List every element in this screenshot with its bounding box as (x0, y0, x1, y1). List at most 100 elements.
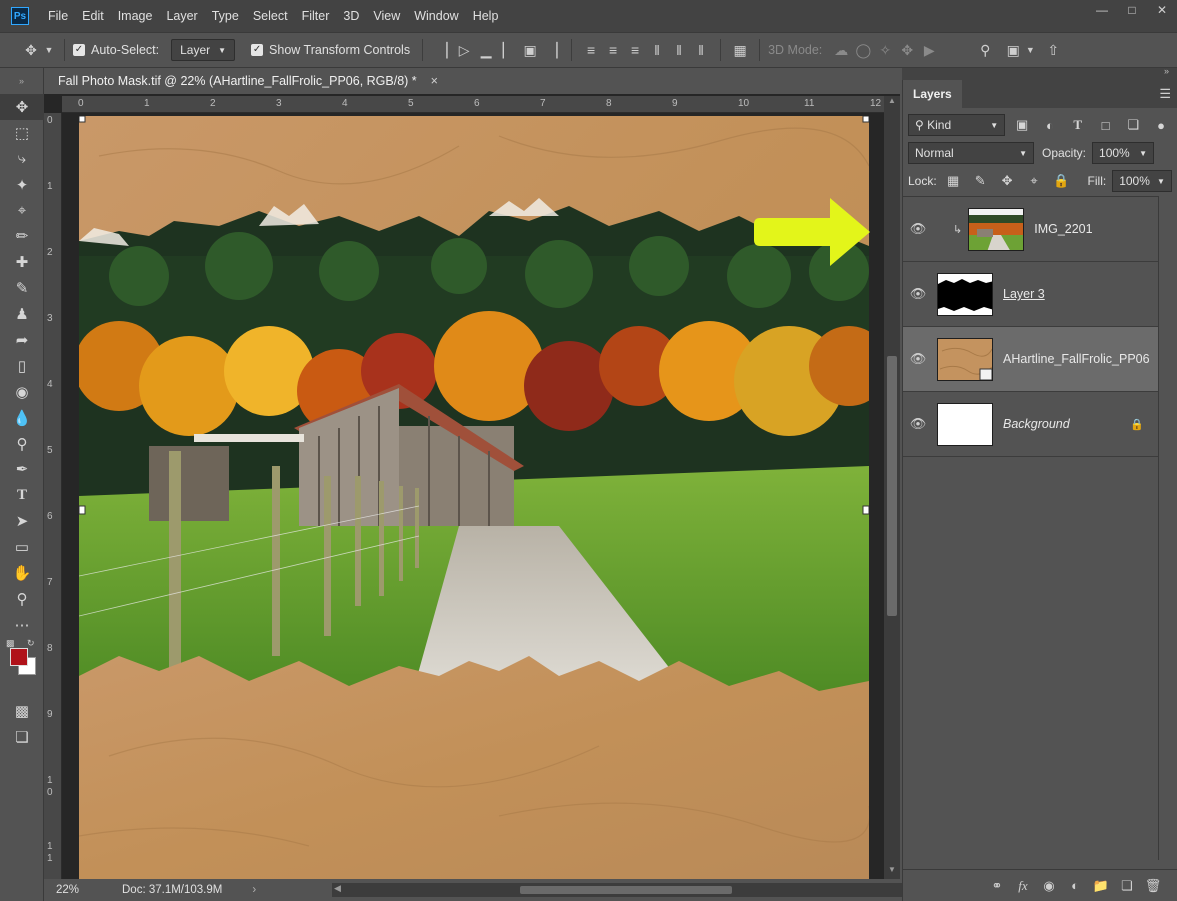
lock-position-icon[interactable]: ✥ (997, 173, 1018, 189)
horizontal-scroll-thumb[interactable] (520, 886, 732, 894)
hand-tool-icon[interactable]: ✋ (0, 560, 44, 586)
scroll-down-icon[interactable]: ▼ (884, 865, 900, 879)
share-icon[interactable]: ⇧ (1042, 42, 1064, 59)
zoom-level[interactable]: 22% (56, 884, 106, 896)
foreground-color-swatch[interactable] (10, 647, 28, 666)
layer-name[interactable]: Background (1003, 417, 1070, 431)
zoom-tool-icon[interactable]: ⚲ (0, 586, 44, 612)
menu-edit[interactable]: Edit (75, 0, 111, 32)
auto-select-dropdown[interactable]: Layer ▼ (171, 39, 236, 61)
menu-3d[interactable]: 3D (336, 0, 366, 32)
auto-select-checkbox[interactable]: ✓ Auto-Select: (73, 43, 159, 57)
align-vertical-center-icon[interactable]: ▷ (453, 42, 475, 59)
blur-tool-icon[interactable]: 💧 (0, 405, 44, 431)
align-horizontal-center-icon[interactable]: ▣ (519, 42, 541, 59)
adjustment-layer-icon[interactable]: ◐ (1064, 878, 1086, 893)
quick-selection-tool-icon[interactable]: ✦ (0, 172, 44, 198)
lasso-tool-icon[interactable]: ⤷ (0, 146, 44, 172)
panel-menu-icon[interactable]: ☰ (1159, 86, 1171, 102)
filter-smart-object-icon[interactable]: ❏ (1122, 117, 1144, 133)
horizontal-scrollbar[interactable]: ◀ ▶ (332, 883, 912, 897)
collapse-toolbar-icon[interactable]: » (0, 68, 43, 94)
status-chevron-icon[interactable]: › (252, 884, 256, 896)
menu-layer[interactable]: Layer (159, 0, 204, 32)
eye-icon[interactable]: 👁 (903, 351, 933, 367)
new-layer-icon[interactable]: ❏ (1116, 878, 1138, 894)
chevron-down-icon[interactable]: ▼ (42, 45, 56, 55)
lock-all-icon[interactable]: 🔒 (1051, 173, 1072, 189)
add-mask-icon[interactable]: ◉ (1038, 878, 1060, 894)
align-left-icon[interactable]: ▏ (497, 42, 519, 59)
history-brush-tool-icon[interactable]: ➦ (0, 327, 44, 353)
filter-pixel-icon[interactable]: ▣ (1011, 117, 1033, 133)
layer-row[interactable]: 👁 Background 🔒 (903, 392, 1158, 457)
eye-icon[interactable]: 👁 (903, 221, 933, 237)
vertical-scrollbar[interactable]: ▲ ▼ (884, 96, 900, 879)
scroll-left-icon[interactable]: ◀ (334, 883, 341, 894)
distribute-center-icon[interactable]: ≡ (602, 42, 624, 58)
move-tool-icon[interactable]: ✥ (0, 94, 44, 120)
brush-tool-icon[interactable]: ✎ (0, 275, 44, 301)
align-right-icon[interactable]: ▕ (541, 42, 563, 59)
eye-icon[interactable]: 👁 (903, 416, 933, 432)
blend-mode-dropdown[interactable]: Normal ▼ (908, 142, 1034, 164)
filter-adjustment-icon[interactable]: ◐ (1039, 118, 1061, 133)
marquee-tool-icon[interactable]: ⬚ (0, 120, 44, 146)
rectangle-tool-icon[interactable]: ▭ (0, 534, 44, 560)
layer-name[interactable]: AHartline_FallFrolic_PP06 (1003, 352, 1150, 366)
chevron-down-icon[interactable]: ▼ (1024, 45, 1036, 55)
distribute-top-icon[interactable]: ≡ (580, 42, 602, 58)
trash-icon[interactable]: 🗑 (1142, 878, 1164, 894)
close-icon[interactable]: ✕ (1147, 0, 1177, 20)
vertical-scroll-thumb[interactable] (887, 356, 897, 616)
eye-icon[interactable]: 👁 (903, 286, 933, 302)
more-tools-icon[interactable]: ⋯ (0, 612, 44, 638)
layer-row[interactable]: 👁 ↳ IMG_2201 (903, 197, 1158, 262)
eyedropper-tool-icon[interactable]: ✏ (0, 223, 44, 249)
group-folder-icon[interactable]: 📁 (1090, 878, 1112, 894)
search-icon[interactable]: ⚲ (974, 42, 996, 59)
3d-slide-icon[interactable]: ✥ (896, 42, 918, 59)
layers-scrollbar[interactable] (1158, 196, 1177, 860)
tab-layers[interactable]: Layers (903, 80, 962, 108)
menu-window[interactable]: Window (407, 0, 465, 32)
fill-field[interactable]: 100% ▼ (1112, 170, 1172, 192)
document-tab[interactable]: Fall Photo Mask.tif @ 22% (AHartline_Fal… (46, 68, 474, 94)
lock-transparent-icon[interactable]: ▦ (943, 173, 964, 189)
menu-file[interactable]: File (41, 0, 75, 32)
filter-type-icon[interactable]: T (1067, 117, 1089, 133)
3d-orbit-icon[interactable]: ☁ (830, 42, 852, 59)
menu-help[interactable]: Help (466, 0, 506, 32)
align-top-icon[interactable]: ▕ (431, 42, 453, 59)
3d-camera-icon[interactable]: ▶ (918, 42, 940, 59)
type-tool-icon[interactable]: T (0, 482, 44, 508)
filter-shape-icon[interactable]: □ (1095, 118, 1117, 133)
fx-icon[interactable]: fx (1012, 878, 1034, 894)
screen-mode-icon[interactable]: ❏ (0, 724, 44, 750)
layer-row[interactable]: 👁 AHartline_FallFrolic_PP06 (903, 327, 1158, 392)
menu-type[interactable]: Type (205, 0, 246, 32)
align-bottom-icon[interactable]: ▁ (475, 42, 497, 59)
layer-name[interactable]: Layer 3 (1003, 287, 1045, 301)
lock-artboard-icon[interactable]: ⌖ (1024, 173, 1045, 189)
minimize-icon[interactable]: — (1087, 0, 1117, 20)
3d-roll-icon[interactable]: ◯ (852, 42, 874, 59)
document-canvas[interactable] (79, 116, 869, 880)
layer-row[interactable]: 👁 Layer 3 (903, 262, 1158, 327)
pen-tool-icon[interactable]: ✒ (0, 456, 44, 482)
dodge-tool-icon[interactable]: ⚲ (0, 431, 44, 457)
filter-kind-dropdown[interactable]: ⚲ Kind ▼ (908, 114, 1006, 136)
paint-bucket-tool-icon[interactable]: ◉ (0, 379, 44, 405)
eraser-tool-icon[interactable]: ▯ (0, 353, 44, 379)
transform-controls-checkbox[interactable]: ✓ Show Transform Controls (251, 43, 410, 57)
close-document-icon[interactable]: × (431, 74, 438, 88)
auto-align-icon[interactable]: ▦ (729, 42, 751, 59)
move-tool-icon[interactable]: ✥ (20, 42, 42, 59)
menu-select[interactable]: Select (246, 0, 295, 32)
link-layers-icon[interactable]: ⚭ (986, 878, 1008, 894)
menu-filter[interactable]: Filter (295, 0, 337, 32)
workspace-icon[interactable]: ▣ (1002, 42, 1024, 59)
menu-view[interactable]: View (366, 0, 407, 32)
healing-brush-tool-icon[interactable]: ✚ (0, 249, 44, 275)
clone-stamp-tool-icon[interactable]: ♟ (0, 301, 44, 327)
